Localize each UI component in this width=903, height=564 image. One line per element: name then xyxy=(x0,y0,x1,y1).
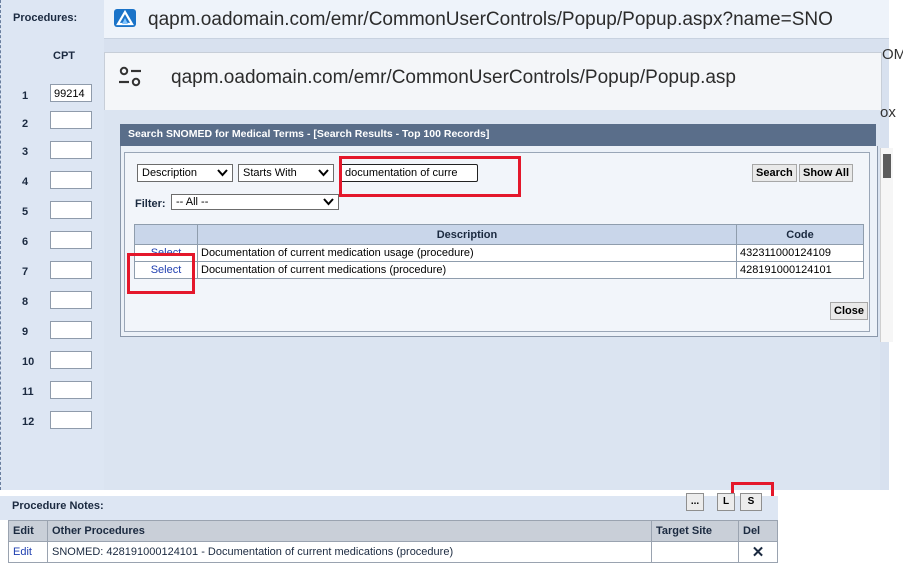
delete-icon[interactable]: ✕ xyxy=(738,541,778,563)
procedure-description: SNOMED: 428191000124101 - Documentation … xyxy=(47,541,652,563)
row-number: 12 xyxy=(22,416,35,428)
table-header-row: Edit Other Procedures Target Site Del xyxy=(8,520,778,542)
filter-label: Filter: xyxy=(135,198,166,210)
row-number: 4 xyxy=(22,176,29,188)
browser-window-back: qapm.oadomain.com/emr/CommonUserControls… xyxy=(104,0,889,39)
notes-s-button[interactable]: S xyxy=(740,493,762,511)
row-number: 1 xyxy=(22,90,29,102)
row-number: 2 xyxy=(22,118,29,130)
window-edge-text: ox xyxy=(880,104,896,121)
cpt-input[interactable] xyxy=(50,321,92,339)
procedure-notes-title: Procedure Notes: xyxy=(12,500,104,512)
cpt-input[interactable] xyxy=(50,231,92,249)
close-button[interactable]: Close xyxy=(830,302,868,320)
cpt-input[interactable] xyxy=(50,351,92,369)
result-code: 432311000124109 xyxy=(736,244,864,262)
row-number: 3 xyxy=(22,146,29,158)
row-number: 7 xyxy=(22,266,29,278)
cpt-input[interactable] xyxy=(50,171,92,189)
highlight-box xyxy=(339,156,521,197)
field-select[interactable]: Description xyxy=(137,164,233,182)
column-header: Edit xyxy=(8,520,48,542)
row-number: 8 xyxy=(22,296,29,308)
column-header: Target Site xyxy=(651,520,739,542)
row-number: 10 xyxy=(22,356,35,368)
result-description: Documentation of current medications (pr… xyxy=(197,261,737,279)
filter-select-value: -- All -- xyxy=(176,196,209,208)
chevron-down-icon xyxy=(217,169,228,177)
target-site xyxy=(651,541,739,563)
dialog-title: Search SNOMED for Medical Terms - [Searc… xyxy=(128,128,490,140)
notes-more-button[interactable]: ... xyxy=(686,493,704,511)
dialog-title-bar: Search SNOMED for Medical Terms - [Searc… xyxy=(120,124,876,146)
address-bar-url[interactable]: qapm.oadomain.com/emr/CommonUserControls… xyxy=(148,9,833,31)
result-code: 428191000124101 xyxy=(736,261,864,279)
procedures-title: Procedures: xyxy=(13,12,78,24)
row-number: 9 xyxy=(22,326,29,338)
cpt-input[interactable]: 99214 xyxy=(50,84,92,102)
window-edge-text: OM xyxy=(882,46,903,63)
column-header: Del xyxy=(738,520,778,542)
app-logo-icon xyxy=(114,9,136,27)
cpt-input[interactable] xyxy=(50,381,92,399)
column-header: Other Procedures xyxy=(47,520,652,542)
address-bar-url[interactable]: qapm.oadomain.com/emr/CommonUserControls… xyxy=(171,67,736,89)
row-number: 5 xyxy=(22,206,29,218)
site-settings-icon[interactable] xyxy=(117,65,143,89)
filter-select[interactable]: -- All -- xyxy=(171,194,339,210)
match-select[interactable]: Starts With xyxy=(238,164,334,182)
column-header: Description xyxy=(197,224,737,245)
table-row: Edit SNOMED: 428191000124101 - Documenta… xyxy=(8,541,778,563)
match-select-value: Starts With xyxy=(243,167,297,179)
show-all-button[interactable]: Show All xyxy=(799,164,854,182)
result-description: Documentation of current medication usag… xyxy=(197,244,737,262)
highlight-box xyxy=(127,253,195,294)
column-header: Code xyxy=(736,224,864,245)
table-row: Select Documentation of current medicati… xyxy=(134,244,864,262)
cpt-input[interactable] xyxy=(50,201,92,219)
notes-l-button[interactable]: L xyxy=(717,493,735,511)
browser-window-front: qapm.oadomain.com/emr/CommonUserControls… xyxy=(104,52,882,112)
cpt-input[interactable] xyxy=(50,111,92,129)
results-table: Description Code Select Documentation of… xyxy=(134,224,864,279)
chevron-down-icon xyxy=(323,198,334,206)
table-header-row: Description Code xyxy=(134,224,864,245)
search-button[interactable]: Search xyxy=(752,164,797,182)
cpt-input[interactable] xyxy=(50,291,92,309)
cpt-input[interactable] xyxy=(50,261,92,279)
vertical-scrollbar[interactable] xyxy=(880,148,893,342)
cpt-header: CPT xyxy=(53,50,75,62)
cpt-input[interactable] xyxy=(50,411,92,429)
cpt-input[interactable] xyxy=(50,141,92,159)
table-row: Select Documentation of current medicati… xyxy=(134,261,864,279)
scrollbar-thumb[interactable] xyxy=(883,154,891,178)
column-header xyxy=(134,224,198,245)
other-procedures-table: Edit Other Procedures Target Site Del Ed… xyxy=(8,520,778,563)
edit-link[interactable]: Edit xyxy=(8,541,48,563)
chevron-down-icon xyxy=(318,169,329,177)
row-number: 11 xyxy=(22,386,34,398)
procedure-notes-bar xyxy=(0,496,778,520)
field-select-value: Description xyxy=(142,167,198,179)
row-number: 6 xyxy=(22,236,29,248)
